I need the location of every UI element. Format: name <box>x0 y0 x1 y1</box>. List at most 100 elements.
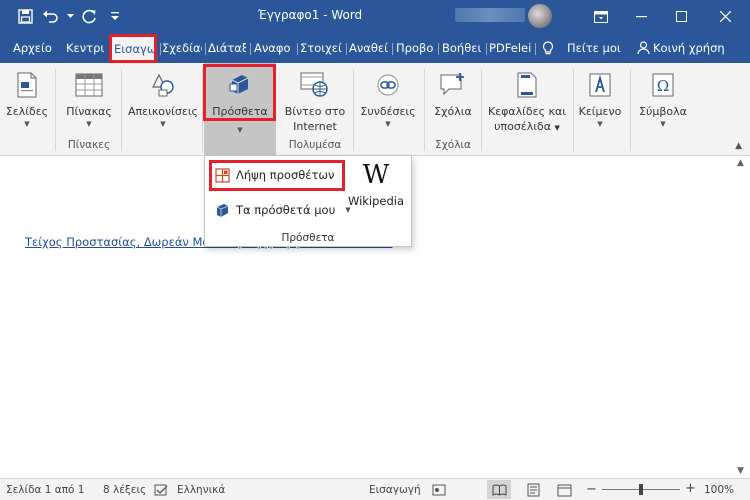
comments-group-label: Σχόλια <box>435 139 471 151</box>
pages-label: Σελίδες <box>5 105 49 118</box>
language[interactable]: Ελληνικά <box>177 484 225 496</box>
pages-button[interactable]: Σελίδες ▼ <box>4 63 50 139</box>
tab-home[interactable]: Κεντρι <box>66 33 108 63</box>
read-mode-icon[interactable] <box>487 480 511 499</box>
undo-dropdown-icon[interactable] <box>66 6 74 26</box>
wikipedia-button[interactable]: W Wikipedia <box>345 160 407 216</box>
illustrations-button[interactable]: Απεικονίσεις ▼ <box>126 63 200 139</box>
customize-qat-icon[interactable] <box>104 6 126 26</box>
group-separator <box>573 69 574 151</box>
addins-button[interactable]: Πρόσθετα ▼ <box>204 63 276 155</box>
undo-icon[interactable] <box>40 6 62 26</box>
tab-divider <box>297 43 298 55</box>
links-button[interactable]: Συνδέσεις ▼ <box>356 63 420 139</box>
save-icon[interactable] <box>14 6 36 26</box>
redo-icon[interactable] <box>78 6 100 26</box>
tab-help[interactable]: Βοήθει <box>442 33 483 63</box>
header-footer-icon <box>511 69 543 101</box>
wikipedia-label: Wikipedia <box>347 194 405 208</box>
header-footer-button[interactable]: Κεφαλίδες και υποσέλιδα ▼ <box>484 63 570 139</box>
window-title: Έγγραφο1 - Word <box>257 8 363 22</box>
scroll-up-icon[interactable]: ▲ <box>737 158 744 168</box>
group-separator <box>121 69 122 151</box>
tab-divider <box>535 43 536 55</box>
chevron-down-icon: ▼ <box>160 120 166 128</box>
illustrations-icon <box>147 69 179 101</box>
tell-me-search[interactable]: Πείτε μοι <box>567 33 627 63</box>
zoom-slider-thumb[interactable] <box>639 484 643 495</box>
illustrations-label: Απεικονίσεις <box>128 105 198 118</box>
maximize-icon[interactable] <box>658 0 704 33</box>
collapse-ribbon-icon[interactable]: ▲ <box>735 141 742 151</box>
tab-divider <box>250 43 251 55</box>
addins-icon <box>224 69 256 101</box>
web-layout-icon[interactable] <box>555 482 573 498</box>
table-button[interactable]: Πίνακας ▼ <box>62 63 116 139</box>
vertical-scrollbar[interactable]: ▲ ▼ <box>733 156 750 478</box>
chevron-down-icon: ▼ <box>385 120 391 128</box>
page-count[interactable]: Σελίδα 1 από 1 <box>6 484 84 496</box>
comment-label: Σχόλια <box>434 105 472 118</box>
text-label: Κείμενο <box>578 105 622 118</box>
tab-references[interactable]: Αναφο <box>254 33 294 63</box>
pages-icon <box>11 69 43 101</box>
scroll-down-icon[interactable]: ▼ <box>737 466 744 476</box>
tab-divider <box>438 43 439 55</box>
avatar[interactable] <box>528 4 552 28</box>
zoom-in-button[interactable]: + <box>685 481 696 496</box>
tab-layout[interactable]: Διάταξ <box>208 33 246 63</box>
text-button[interactable]: Κείμενο ▼ <box>576 63 624 139</box>
tab-design[interactable]: Σχεδίας <box>162 33 202 63</box>
group-separator <box>424 69 425 151</box>
close-icon[interactable] <box>702 0 748 33</box>
tab-file[interactable]: Αρχείο <box>13 33 61 63</box>
online-video-line1: Βίντεο στο <box>284 105 346 118</box>
zoom-out-button[interactable]: − <box>586 482 597 497</box>
get-addins-label: Λήψη προσθέτων <box>236 168 335 182</box>
addins-label: Πρόσθετα <box>212 105 268 118</box>
header-footer-line2: υποσέλιδα <box>494 120 551 133</box>
tables-group-label: Πίνακες <box>67 139 111 151</box>
tab-view[interactable]: Προβο <box>396 33 434 63</box>
tab-insert[interactable]: Εισαγω <box>112 36 154 63</box>
header-footer-line1: Κεφαλίδες και <box>488 105 566 118</box>
link-icon <box>372 69 404 101</box>
tab-mailings[interactable]: Στοιχεί <box>300 33 343 63</box>
links-label: Συνδέσεις <box>360 105 416 118</box>
chevron-down-icon: ▼ <box>660 120 666 128</box>
lightbulb-icon[interactable] <box>542 33 560 63</box>
group-separator <box>630 69 631 151</box>
symbols-button[interactable]: Ω Σύμβολα ▼ <box>634 63 692 139</box>
comment-icon <box>437 69 469 101</box>
chevron-down-icon: ▼ <box>86 120 92 128</box>
zoom-level[interactable]: 100% <box>704 484 734 496</box>
macro-record-icon[interactable] <box>430 482 448 498</box>
online-video-button[interactable]: Βίντεο στο Internet <box>280 63 350 139</box>
print-layout-icon[interactable] <box>524 482 542 498</box>
comment-button[interactable]: Σχόλια <box>428 63 478 139</box>
my-addins-icon <box>215 203 230 218</box>
overtype-mode[interactable]: Εισαγωγή <box>369 484 421 496</box>
header-footer-label: Κεφαλίδες και υποσέλιδα ▼ <box>488 105 566 133</box>
my-addins-label: Τα πρόσθετά μου <box>236 203 336 217</box>
tab-review[interactable]: Αναθεί <box>349 33 389 63</box>
chevron-down-icon: ▼ <box>237 126 243 134</box>
media-group-label: Πολυμέσα <box>288 139 342 151</box>
account-name[interactable] <box>455 8 525 22</box>
omega-icon: Ω <box>647 69 679 101</box>
wikipedia-logo-icon: W <box>362 160 390 190</box>
ribbon-tab-row: Αρχείο Κεντρι Εισαγω Σχεδίας Διάταξ Αναφ… <box>0 33 750 63</box>
get-addins-item[interactable]: Λήψη προσθέτων <box>215 165 334 185</box>
tab-divider <box>392 43 393 55</box>
status-bar: Σελίδα 1 από 1 8 λέξεις Ελληνικά Εισαγωγ… <box>0 478 750 500</box>
group-separator <box>481 69 482 151</box>
my-addins-item[interactable]: Τα πρόσθετά μου ▼ <box>215 200 351 220</box>
tab-pdfelement[interactable]: PDFelei <box>489 33 532 63</box>
symbols-label: Σύμβολα <box>639 105 687 118</box>
proofing-icon[interactable] <box>152 482 170 498</box>
tab-divider <box>160 43 161 55</box>
share-user-icon[interactable] <box>637 33 651 63</box>
word-count[interactable]: 8 λέξεις <box>103 484 146 496</box>
svg-text:Ω: Ω <box>657 77 669 95</box>
share-button[interactable]: Κοινή χρήση <box>653 33 733 63</box>
